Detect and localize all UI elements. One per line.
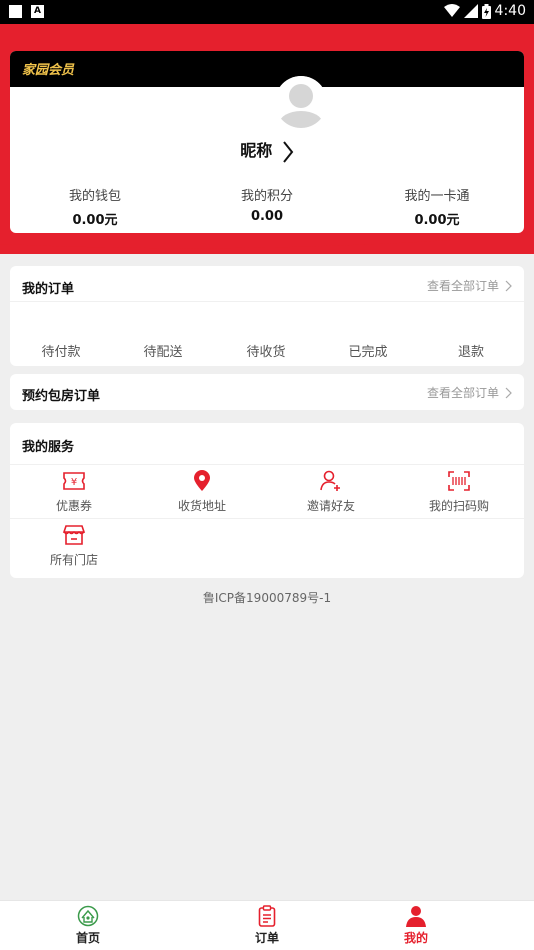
coupon-icon: ¥: [63, 472, 85, 490]
wallet-stat[interactable]: 我的钱包 0.00元: [10, 185, 180, 228]
view-all-room-orders-label: 查看全部订单: [426, 386, 499, 400]
tab-me[interactable]: 我的: [357, 901, 475, 950]
member-card: 家园会员 昵称 我的钱包 0.00元 我的积分 0.00 我的一卡通 0.00元: [10, 51, 524, 233]
default-avatar-icon: [275, 76, 327, 128]
service-address-label: 收货地址: [177, 499, 226, 513]
order-status-pending-delivery[interactable]: 待配送: [112, 341, 214, 360]
points-stat[interactable]: 我的积分 0.00: [182, 185, 352, 224]
user-icon: [406, 906, 426, 927]
tab-orders[interactable]: 订单: [208, 901, 326, 950]
chevron-right-icon: [283, 140, 294, 163]
divider: [10, 464, 524, 465]
home-logo-icon: [77, 905, 99, 927]
signal-icon: [463, 4, 478, 18]
status-time: 4:40: [494, 3, 526, 19]
service-scan-buy-label: 我的扫码购: [428, 499, 489, 513]
service-invite[interactable]: 邀请好友: [267, 470, 395, 514]
svg-text:¥: ¥: [71, 477, 77, 488]
member-title: 家园会员: [10, 51, 524, 87]
view-all-orders-link[interactable]: 查看全部订单: [427, 277, 512, 294]
bottom-tab-bar: 首页 订单 我的: [0, 900, 534, 950]
chevron-right-icon: [505, 280, 512, 291]
add-friend-icon: [320, 470, 340, 491]
card-balance-label: 我的一卡通: [404, 189, 470, 204]
service-coupon-label: 优惠券: [55, 499, 92, 513]
tab-home-label: 首页: [75, 931, 100, 945]
my-services-card: 我的服务 ¥ 优惠券 收货地址 邀请好友 我的扫码购 所有门店: [10, 423, 524, 578]
nickname-link[interactable]: 昵称: [10, 137, 524, 164]
notification-a-icon: A: [31, 5, 44, 18]
service-invite-label: 邀请好友: [306, 499, 355, 513]
icp-license: 鲁ICP备19000789号-1: [202, 591, 332, 605]
order-status-pending-payment[interactable]: 待付款: [10, 341, 112, 360]
wifi-icon: [443, 4, 460, 17]
service-stores-label: 所有门店: [49, 553, 98, 567]
order-status-pending-receipt[interactable]: 待收货: [215, 341, 317, 360]
notification-square-icon: [9, 5, 22, 18]
status-indicators: 4:40: [443, 3, 526, 19]
order-status-refund[interactable]: 退款: [420, 341, 522, 360]
card-balance-stat[interactable]: 我的一卡通 0.00元: [352, 185, 522, 228]
status-bar: A 4:40: [0, 0, 534, 24]
battery-icon: [481, 3, 491, 19]
tab-orders-label: 订单: [254, 931, 279, 945]
points-value: 0.00: [250, 209, 284, 224]
divider: [10, 518, 524, 519]
service-scan-buy[interactable]: 我的扫码购: [395, 470, 523, 514]
wallet-label: 我的钱包: [68, 189, 121, 204]
order-clipboard-icon: [258, 905, 276, 927]
header-curve: [0, 232, 534, 249]
my-orders-title: 我的订单: [22, 282, 75, 297]
points-label: 我的积分: [240, 189, 293, 204]
tab-home[interactable]: 首页: [29, 901, 147, 950]
wallet-value: 0.00元: [72, 213, 118, 228]
divider: [10, 301, 524, 302]
nickname-text: 昵称: [240, 141, 273, 160]
order-status-completed[interactable]: 已完成: [317, 341, 419, 360]
scan-barcode-icon: [448, 471, 470, 491]
service-stores[interactable]: 所有门店: [10, 524, 138, 568]
my-orders-card: 我的订单 查看全部订单 待付款 待配送 待收货 已完成 退款: [10, 266, 524, 366]
room-orders-card: 预约包房订单 查看全部订单: [10, 374, 524, 410]
service-coupon[interactable]: ¥ 优惠券: [10, 470, 138, 514]
my-services-title: 我的服务: [22, 440, 75, 455]
room-orders-title: 预约包房订单: [22, 389, 101, 404]
store-icon: [62, 525, 86, 545]
view-all-orders-label: 查看全部订单: [426, 279, 499, 293]
card-balance-value: 0.00元: [414, 213, 460, 228]
chevron-right-icon: [505, 387, 512, 398]
avatar[interactable]: [275, 76, 327, 128]
service-address[interactable]: 收货地址: [138, 470, 266, 514]
tab-me-label: 我的: [403, 931, 428, 945]
location-pin-icon: [194, 470, 210, 491]
view-all-room-orders-link[interactable]: 查看全部订单: [427, 384, 512, 401]
